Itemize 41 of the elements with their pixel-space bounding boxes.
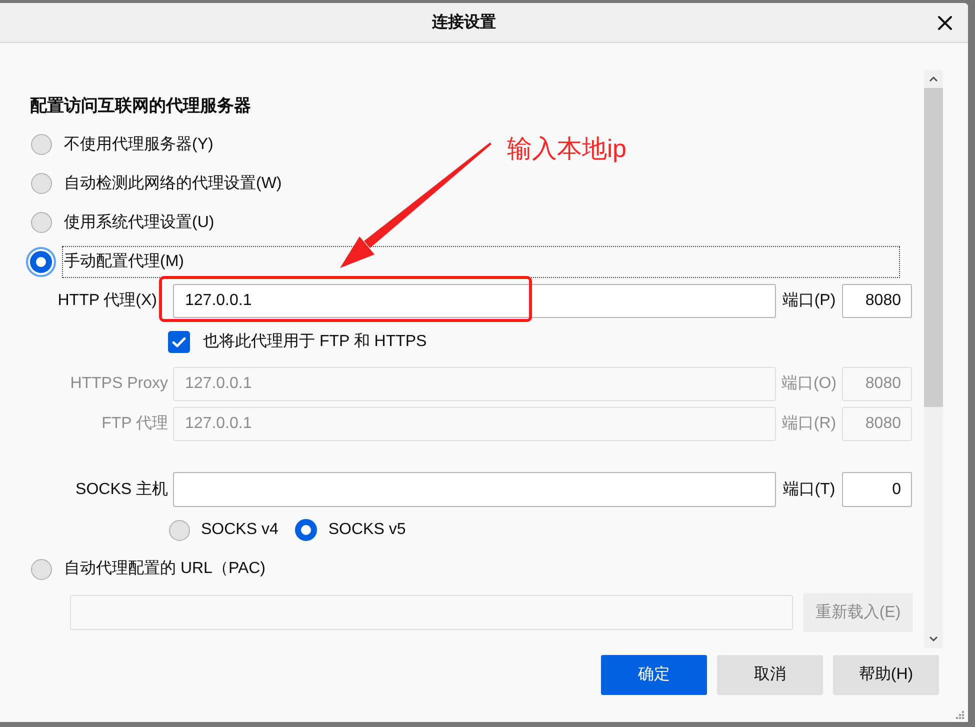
- field-label: HTTP 代理(X): [58, 291, 157, 311]
- port-label: 端口(O): [781, 374, 837, 394]
- host-field[interactable]: 127.0.0.1: [173, 284, 776, 318]
- field-label: HTTPS Proxy: [70, 374, 168, 394]
- radio-button[interactable]: [30, 134, 52, 155]
- radio-button[interactable]: [168, 520, 190, 540]
- radio-label[interactable]: 手动配置代理(M): [64, 250, 184, 274]
- field-label: FTP 代理: [102, 414, 168, 434]
- dialog-button[interactable]: 取消: [717, 655, 823, 695]
- scrollbar[interactable]: [924, 70, 943, 648]
- annotation-text: 输入本地ip: [507, 134, 626, 165]
- radio-label[interactable]: 使用系统代理设置(U): [64, 210, 214, 234]
- resize-grip-icon: [955, 710, 965, 720]
- section-heading: 配置访问互联网的代理服务器: [30, 95, 251, 117]
- window-title: 连接设置: [432, 12, 496, 32]
- checkbox[interactable]: [168, 331, 190, 353]
- checkbox-label[interactable]: 也将此代理用于 FTP 和 HTTPS: [203, 330, 427, 354]
- port-label: 端口(P): [782, 290, 836, 311]
- checkmark-icon: [172, 336, 186, 348]
- radio-button[interactable]: [30, 558, 52, 580]
- port-label: 端口(T): [782, 480, 836, 500]
- radio-label[interactable]: 不使用代理服务器(Y): [64, 132, 214, 156]
- radio-label[interactable]: 自动代理配置的 URL（PAC): [64, 557, 266, 581]
- radio-label[interactable]: SOCKS v4: [201, 518, 278, 542]
- port-label: 端口(R): [782, 414, 836, 434]
- port-field[interactable]: 0: [842, 472, 912, 507]
- ok-button[interactable]: 确定: [601, 655, 707, 695]
- radio-button[interactable]: [26, 246, 56, 276]
- field-label: SOCKS 主机: [76, 480, 168, 500]
- close-icon: [938, 16, 952, 30]
- host-field[interactable]: [173, 472, 776, 507]
- chevron-up-icon: [929, 76, 938, 82]
- radio-label[interactable]: 自动检测此网络的代理设置(W): [64, 172, 282, 196]
- chevron-down-icon: [929, 636, 938, 642]
- dialog-button[interactable]: 帮助(H): [833, 655, 939, 695]
- radio-button[interactable]: [295, 519, 318, 541]
- radio-button[interactable]: [30, 173, 52, 194]
- radio-button[interactable]: [30, 212, 52, 233]
- scrollbar-thumb[interactable]: [924, 88, 943, 407]
- port-field[interactable]: 8080: [842, 284, 912, 318]
- radio-label[interactable]: SOCKS v5: [328, 518, 406, 542]
